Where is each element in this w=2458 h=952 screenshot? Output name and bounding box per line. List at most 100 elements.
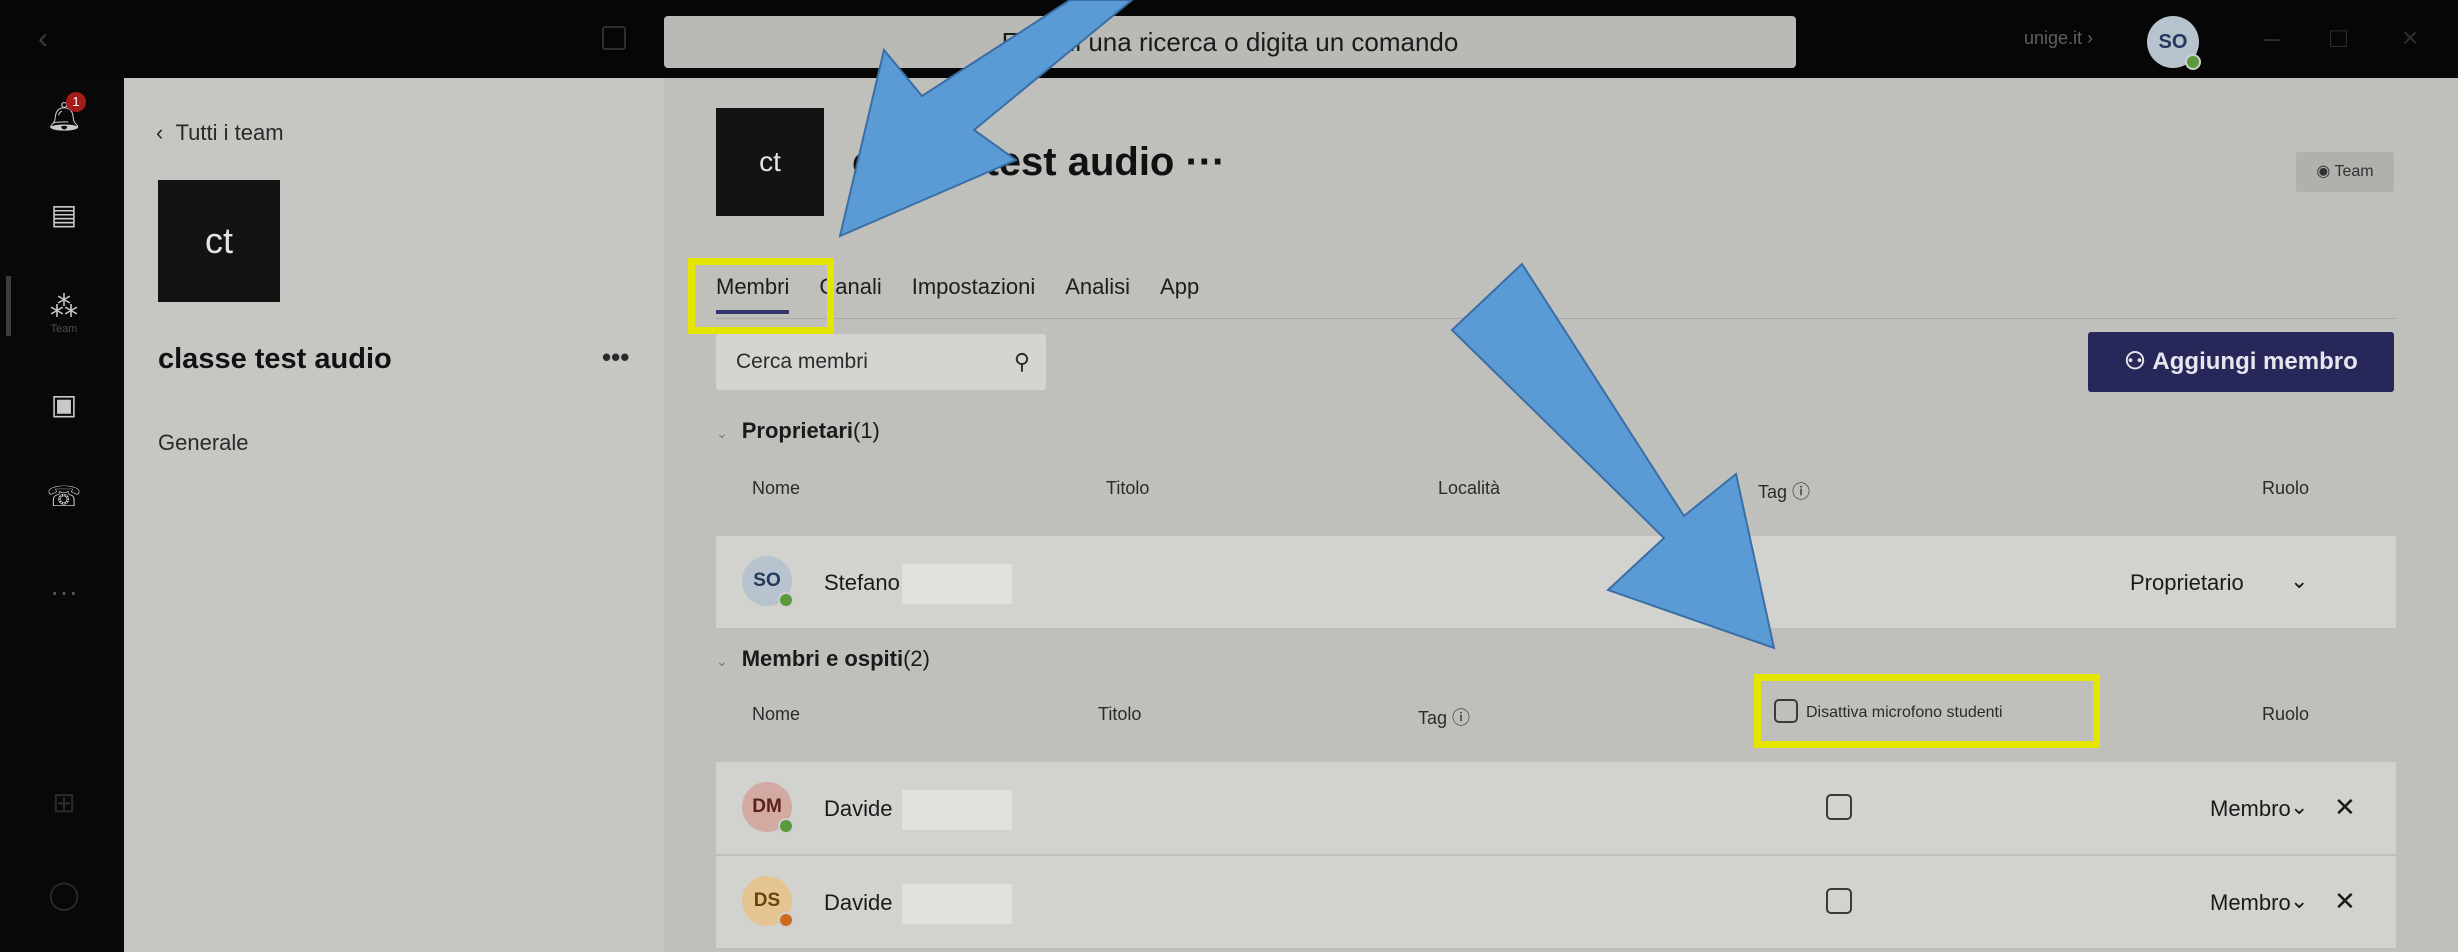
column-header-name: Nome	[752, 704, 801, 724]
avatar-initials: SO	[753, 570, 781, 591]
redacted-surname	[902, 564, 1012, 604]
more-apps-icon: ···	[50, 576, 78, 607]
all-teams-link[interactable]: ‹ Tutti i team	[156, 120, 284, 146]
search-members-input[interactable]: Cerca membri ⚲	[716, 334, 1046, 390]
column-header-location: Località	[1438, 478, 1501, 498]
column-header-role: Ruolo	[2262, 478, 2310, 498]
tab-impostazioni[interactable]: Impostazioni	[912, 274, 1036, 314]
info-icon[interactable]: ⓘ	[1792, 482, 1810, 502]
table-row: DS Davide Membro ⌄ ✕	[716, 856, 2396, 948]
column-header-tag-label: Tag	[1418, 708, 1448, 728]
presence-available-icon	[778, 592, 794, 608]
eye-icon: ◉	[2316, 163, 2331, 180]
notification-badge: 1	[66, 92, 86, 112]
chat-icon: ▤	[50, 199, 78, 230]
apps-icon: ⊞	[52, 787, 76, 818]
help-icon: ◯	[48, 879, 80, 910]
team-view-button[interactable]: ◉ Team	[2296, 152, 2394, 192]
command-search-input[interactable]: Esegui una ricerca o digita un comando	[664, 16, 1796, 68]
column-header-name: Nome	[752, 478, 801, 498]
mute-student-checkbox[interactable]	[1826, 888, 1852, 914]
org-switcher[interactable]: unige.it ›	[2024, 28, 2093, 49]
channel-item-generale[interactable]: Generale	[158, 430, 249, 456]
redacted-surname	[902, 790, 1012, 830]
table-row: DM Davide Membro ⌄ ✕	[716, 762, 2396, 854]
chevron-down-icon[interactable]: ⌄	[2290, 794, 2308, 820]
chevron-down-icon[interactable]: ⌄	[2290, 568, 2308, 594]
app-rail: 🔔︎ 1 ▤ ⁂ Team ▣ ☏ ··· ⊞ ◯	[0, 78, 124, 952]
remove-member-icon[interactable]: ✕	[2334, 792, 2356, 823]
chevron-down-icon: ⌄	[716, 653, 728, 669]
members-section-header[interactable]: ⌄ Membri e ospiti(2)	[716, 646, 930, 672]
rail-item-more[interactable]: ···	[44, 576, 84, 616]
user-initials: SO	[2158, 31, 2188, 53]
avatar-initials: DM	[752, 796, 782, 817]
mute-students-header-checkbox[interactable]	[1774, 699, 1798, 723]
all-teams-label: Tutti i team	[175, 120, 284, 145]
add-member-button[interactable]: ⚇ Aggiungi membro	[2088, 332, 2394, 392]
members-heading: Membri e ospiti	[741, 646, 904, 671]
column-header-tag-label: Tag	[1758, 482, 1788, 502]
teams-icon: ⁂	[50, 291, 78, 322]
rail-item-chat[interactable]: ▤	[44, 198, 84, 238]
column-header-mute-students: Disattiva microfono studenti	[1806, 704, 2003, 721]
role-dropdown[interactable]: Membro	[2210, 890, 2291, 916]
teams-window: ‹ Esegui una ricerca o digita un comando…	[0, 0, 2458, 952]
remove-member-icon[interactable]: ✕	[2334, 886, 2356, 917]
member-name: Stefano	[824, 570, 900, 595]
maximize-icon[interactable]: □	[2330, 22, 2347, 54]
rail-item-apps[interactable]: ⊞	[44, 786, 84, 826]
team-pane: ‹ Tutti i team ct classe test audio ••• …	[124, 78, 664, 952]
rail-item-assignments[interactable]: ▣	[44, 388, 84, 428]
org-name: unige.it	[2024, 28, 2083, 48]
column-header-title: Titolo	[1098, 704, 1142, 724]
back-arrow-icon[interactable]: ‹	[38, 22, 48, 56]
phone-icon: ☏	[46, 481, 82, 512]
rail-item-calls[interactable]: ☏	[44, 480, 84, 520]
rail-active-indicator	[6, 276, 11, 336]
presence-away-icon	[778, 912, 794, 928]
member-name: Davide	[824, 890, 893, 915]
team-view-label: Team	[2334, 163, 2374, 180]
owners-count: (1)	[853, 418, 880, 443]
search-icon: ⚲	[1013, 349, 1030, 374]
manage-team-panel: ct classe test audio ··· ◉ Team Membri C…	[664, 78, 2458, 952]
rail-item-help[interactable]: ◯	[44, 878, 84, 918]
compose-icon[interactable]	[602, 26, 626, 50]
presence-available-icon	[778, 818, 794, 834]
mute-student-checkbox[interactable]	[1826, 794, 1852, 820]
chevron-down-icon: ⌄	[716, 425, 728, 441]
close-window-icon[interactable]: ×	[2402, 22, 2418, 54]
redacted-surname	[902, 884, 1012, 924]
team-name: classe test audio	[158, 343, 392, 375]
column-header-tag: Tag ⓘ	[1758, 478, 1810, 504]
minimize-icon[interactable]: –	[2264, 22, 2280, 54]
team-more-button[interactable]: •••	[602, 342, 629, 373]
rail-item-activity[interactable]: 🔔︎ 1	[44, 92, 86, 140]
avatar: DS	[742, 876, 794, 928]
add-person-icon: ⚇	[2124, 348, 2146, 375]
avatar: SO	[742, 556, 794, 608]
owners-section-header[interactable]: ⌄ Proprietari(1)	[716, 418, 880, 444]
user-avatar[interactable]: SO	[2147, 16, 2201, 70]
chevron-down-icon[interactable]: ⌄	[2290, 888, 2308, 914]
role-dropdown[interactable]: Proprietario	[2130, 570, 2244, 596]
avatar-initials: DS	[753, 890, 781, 911]
page-title: classe test audio ···	[852, 140, 1226, 184]
rail-item-teams[interactable]: ⁂ Team	[44, 290, 84, 335]
team-avatar: ct	[158, 180, 280, 302]
add-member-label: Aggiungi membro	[2152, 348, 2358, 375]
team-avatar-large: ct	[716, 108, 824, 216]
column-header-title: Titolo	[1106, 478, 1150, 498]
tab-app[interactable]: App	[1160, 274, 1199, 314]
highlight-box-membri-tab	[688, 258, 834, 334]
member-name: Davide	[824, 796, 893, 821]
role-dropdown[interactable]: Membro	[2210, 796, 2291, 822]
chevron-left-icon: ‹	[156, 120, 164, 145]
avatar: DM	[742, 782, 794, 834]
assignments-icon: ▣	[50, 389, 78, 420]
column-header-tag: Tag ⓘ	[1418, 704, 1470, 730]
tab-analisi[interactable]: Analisi	[1065, 274, 1130, 314]
tab-divider	[716, 318, 2396, 319]
info-icon[interactable]: ⓘ	[1452, 708, 1470, 728]
